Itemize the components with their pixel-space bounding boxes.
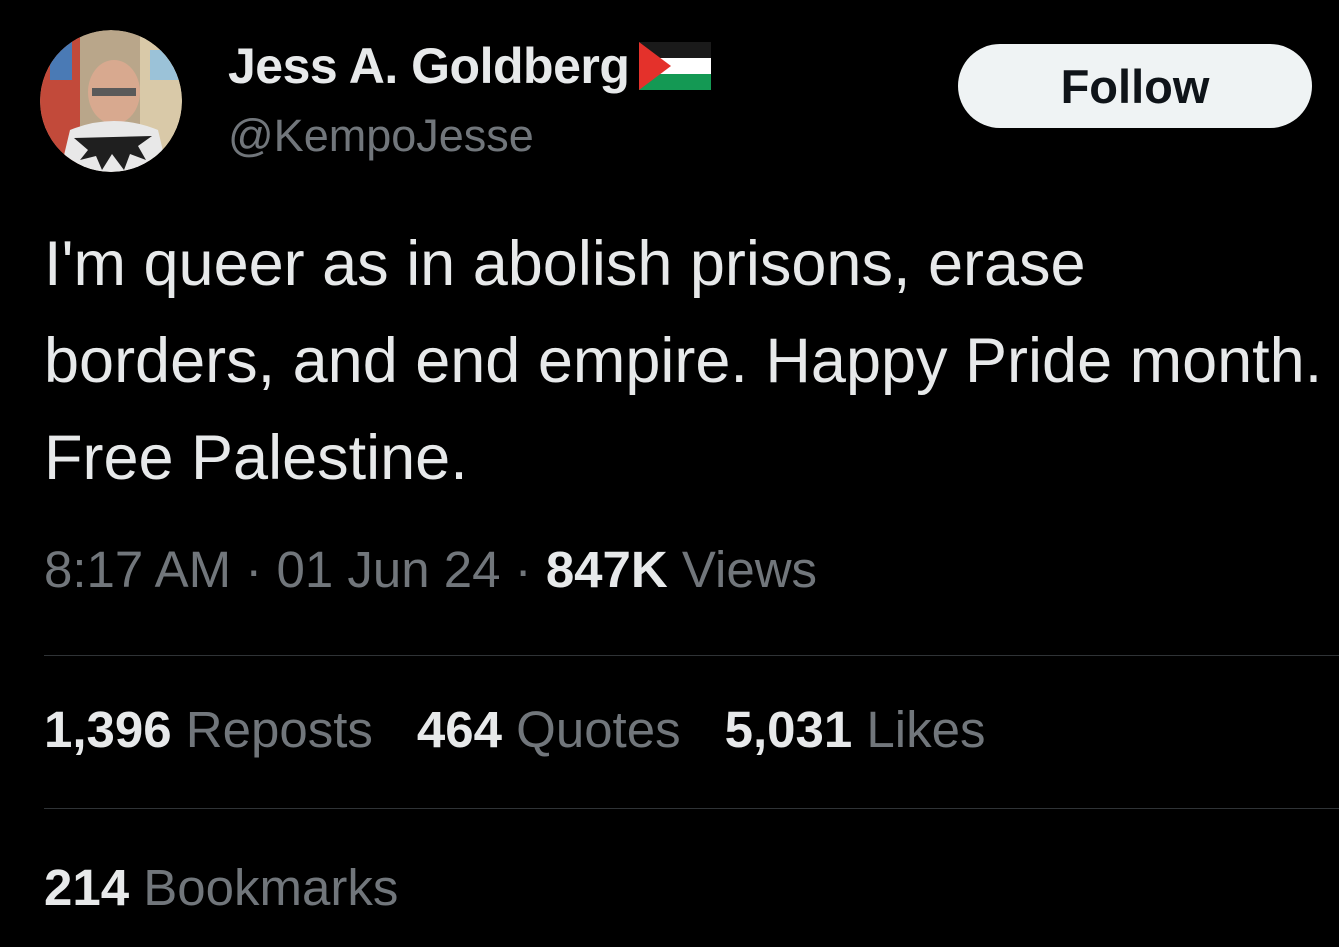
tweet-date[interactable]: 01 Jun 24 [276, 541, 500, 598]
quotes-label: Quotes [516, 701, 681, 758]
author-handle[interactable]: @KempoJesse [228, 110, 534, 162]
views-count: 847K [545, 541, 668, 598]
reposts-label: Reposts [185, 701, 373, 758]
avatar[interactable] [40, 30, 182, 172]
views-label: Views [681, 541, 818, 598]
likes-count: 5,031 [724, 701, 853, 758]
palestine-flag-icon [639, 42, 712, 90]
engagement-stats: 1,396 Reposts 464 Quotes 5,031 Likes [44, 700, 985, 759]
tweet-card: Jess A. Goldberg @KempoJesse Follow I'm … [0, 0, 1339, 947]
divider [44, 655, 1339, 656]
bookmarks-stat[interactable]: 214 Bookmarks [44, 858, 398, 917]
tweet-meta: 8:17 AM · 01 Jun 24 · 847K Views [44, 540, 817, 599]
reposts-stat[interactable]: 1,396 Reposts [44, 700, 373, 759]
meta-separator: · [245, 541, 263, 598]
bookmarks-count: 214 [44, 859, 130, 916]
likes-stat[interactable]: 5,031 Likes [725, 700, 986, 759]
author-display-name[interactable]: Jess A. Goldberg [228, 37, 630, 95]
bookmarks-label: Bookmarks [143, 859, 399, 916]
tweet-time[interactable]: 8:17 AM [44, 541, 231, 598]
meta-separator: · [514, 541, 532, 598]
quotes-stat[interactable]: 464 Quotes [417, 700, 681, 759]
follow-button[interactable]: Follow [958, 44, 1312, 128]
author-name-row: Jess A. Goldberg [228, 34, 712, 98]
quotes-count: 464 [416, 701, 502, 758]
tweet-text: I'm queer as in abolish prisons, erase b… [44, 229, 1323, 493]
divider [44, 808, 1339, 809]
likes-label: Likes [866, 701, 986, 758]
reposts-count: 1,396 [44, 701, 172, 758]
